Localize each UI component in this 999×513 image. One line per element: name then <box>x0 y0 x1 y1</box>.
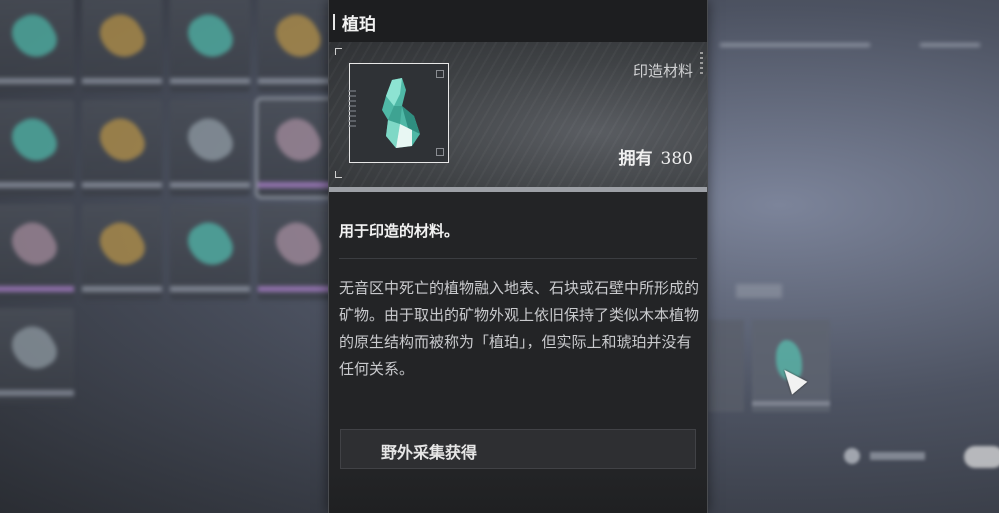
green-crystal-icon <box>382 78 420 148</box>
inventory-slot[interactable] <box>82 100 162 196</box>
inventory-slot[interactable] <box>170 204 250 300</box>
background-label <box>736 284 782 298</box>
game-scene: 植珀 印造材料 拥有 380 用于印造的材料。 无音区中死亡的植物融入地表、石块… <box>0 0 999 513</box>
inventory-slot[interactable] <box>170 100 250 196</box>
inventory-slot[interactable] <box>0 100 74 196</box>
inventory-slot[interactable] <box>0 0 74 92</box>
title-bar: 植珀 <box>329 0 707 42</box>
toggle-switch[interactable] <box>964 446 999 468</box>
owned-label: 拥有 <box>618 149 653 169</box>
corner-mark <box>335 48 342 55</box>
background-toggle-row <box>840 446 999 468</box>
inventory-slot-selected[interactable] <box>255 97 341 199</box>
item-hero: 印造材料 拥有 380 <box>329 42 707 192</box>
item-icon-frame <box>348 63 449 163</box>
inventory-grid <box>0 0 341 416</box>
source-label: 野外采集获得 <box>381 443 478 462</box>
inventory-slot[interactable] <box>258 204 338 300</box>
scroll-indicator <box>700 52 703 76</box>
divider <box>339 258 697 259</box>
background-header <box>720 35 990 55</box>
inventory-slot[interactable] <box>170 0 250 92</box>
inventory-slot[interactable] <box>82 204 162 300</box>
inventory-slot[interactable] <box>0 308 74 404</box>
owned-count: 拥有 380 <box>619 144 693 169</box>
long-description: 无音区中死亡的植物融入地表、石块或石壁中所形成的矿物。由于取出的矿物外观上依旧保… <box>339 279 700 378</box>
hero-divider <box>329 187 707 192</box>
inventory-slot[interactable] <box>0 204 74 300</box>
title-accent-mark <box>333 14 335 30</box>
corner-mark <box>335 171 342 178</box>
background-card <box>708 320 744 412</box>
item-detail-panel: 植珀 印造材料 拥有 380 用于印造的材料。 无音区中死亡的植物融入地表、石块… <box>328 0 708 513</box>
frame-vertical-text <box>348 90 356 130</box>
owned-number: 380 <box>660 149 693 169</box>
item-type-label: 印造材料 <box>632 62 693 80</box>
inventory-slot[interactable] <box>82 0 162 92</box>
short-description: 用于印造的材料。 <box>339 222 460 240</box>
source-button[interactable]: 野外采集获得 <box>340 429 696 469</box>
item-name: 植珀 <box>342 15 376 35</box>
inventory-slot[interactable] <box>258 0 338 92</box>
